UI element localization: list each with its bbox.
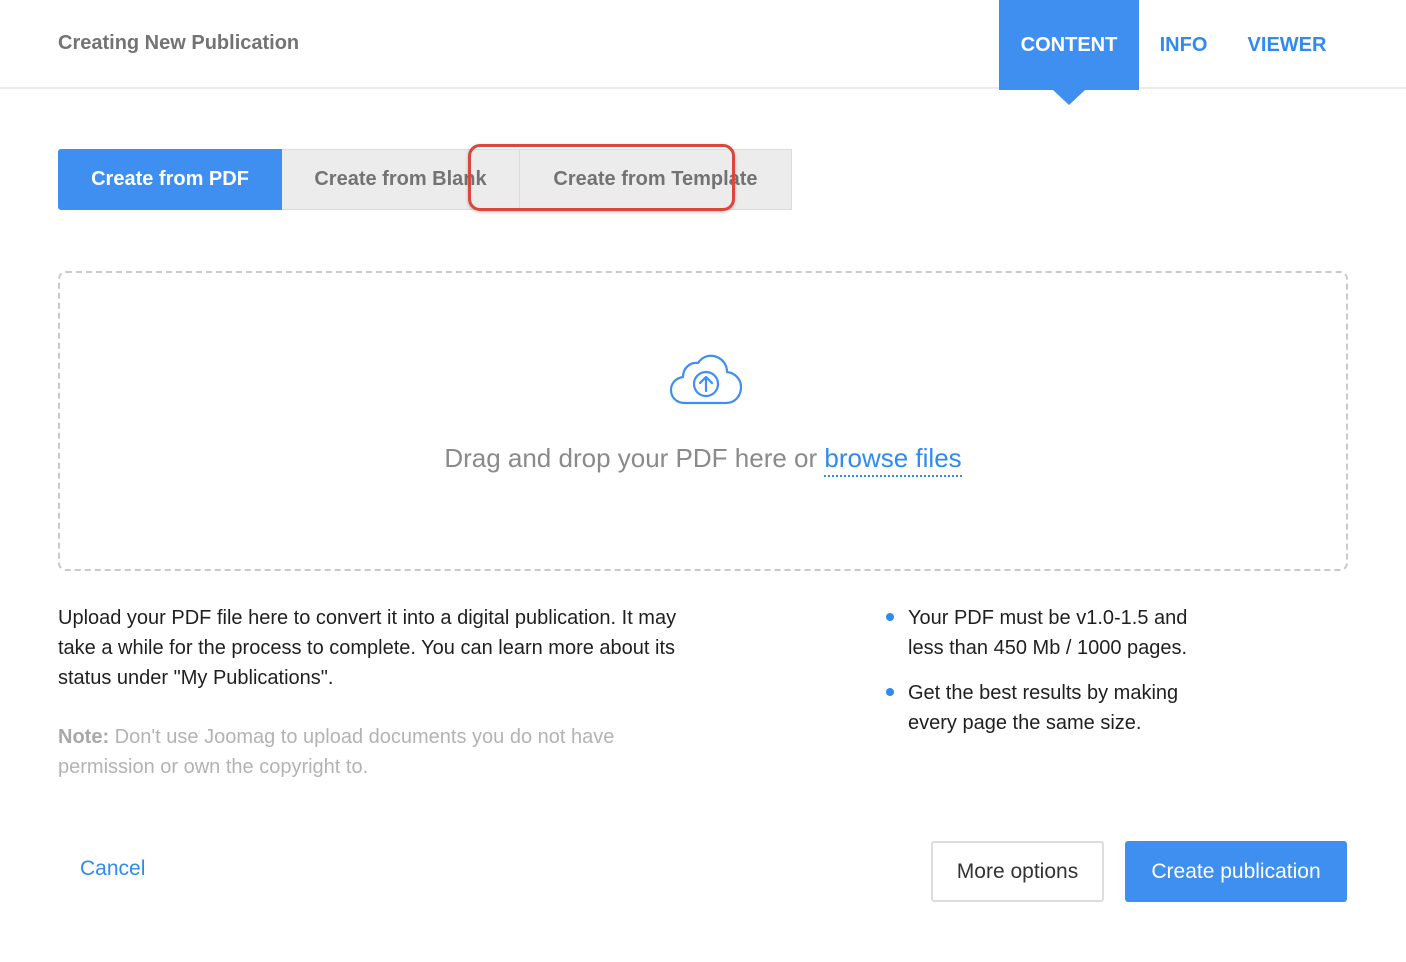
requirement-text: Get the best results by making every pag…	[908, 682, 1179, 734]
bullet-dot-icon	[886, 688, 894, 696]
dropzone-instruction: Drag and drop your PDF here or browse fi…	[60, 443, 1346, 477]
dropzone-text: Drag and drop your PDF here or	[444, 443, 825, 473]
note-label: Note:	[58, 726, 110, 748]
list-item: Get the best results by making every pag…	[886, 678, 1226, 738]
browse-files-link[interactable]: browse files	[824, 443, 962, 477]
requirement-text: Your PDF must be v1.0-1.5 and less than …	[908, 607, 1188, 659]
pdf-dropzone[interactable]: Drag and drop your PDF here or browse fi…	[58, 271, 1348, 571]
header-bar: Creating New Publication CONTENT INFO VI…	[0, 0, 1406, 105]
cancel-link[interactable]: Cancel	[80, 857, 145, 881]
copyright-note: Note: Don't use Joomag to upload documen…	[58, 722, 708, 782]
create-from-pdf-button[interactable]: Create from PDF	[58, 149, 282, 210]
pdf-requirements-list: Your PDF must be v1.0-1.5 and less than …	[886, 603, 1226, 753]
create-publication-button[interactable]: Create publication	[1125, 841, 1347, 902]
tab-content[interactable]: CONTENT	[999, 0, 1139, 105]
page-title: Creating New Publication	[58, 32, 300, 54]
more-options-button[interactable]: More options	[931, 841, 1104, 902]
upload-description: Upload your PDF file here to convert it …	[58, 607, 677, 689]
note-text: Don't use Joomag to upload documents you…	[58, 726, 615, 778]
tab-info[interactable]: INFO	[1139, 0, 1228, 90]
list-item: Your PDF must be v1.0-1.5 and less than …	[886, 603, 1226, 663]
template-highlight-annotation	[468, 144, 735, 211]
tab-bar: CONTENT INFO VIEWER	[999, 0, 1346, 105]
bullet-dot-icon	[886, 613, 894, 621]
tab-viewer[interactable]: VIEWER	[1228, 0, 1346, 90]
cloud-upload-icon	[669, 354, 743, 405]
